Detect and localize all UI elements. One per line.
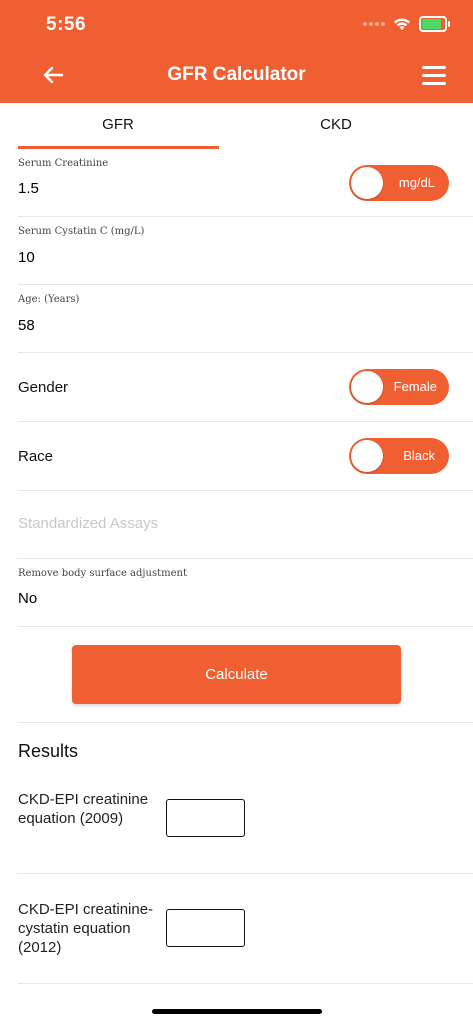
toggle-knob <box>351 440 383 472</box>
page-title: GFR Calculator <box>167 64 306 85</box>
cellular-signal-icon <box>363 22 385 26</box>
standardized-assays-placeholder: Standardized Assays <box>18 515 159 532</box>
tab-bar: GFR CKD <box>0 103 473 149</box>
race-row: Race Black <box>18 421 473 491</box>
creatinine-unit-label: mg/dL <box>398 175 435 190</box>
results-divider <box>18 722 473 723</box>
age-input[interactable]: 58 <box>18 317 35 334</box>
calculate-button[interactable]: Calculate <box>72 645 401 704</box>
gender-value: Female <box>393 379 437 394</box>
standardized-assays-row[interactable]: Standardized Assays <box>18 490 473 559</box>
serum-cystatin-row: Serum Cystatin C (mg/L) 10 <box>18 216 473 285</box>
toggle-knob <box>351 167 383 199</box>
serum-cystatin-label: Serum Cystatin C (mg/L) <box>18 226 145 237</box>
serum-creatinine-row: Serum Creatinine 1.5 mg/dL <box>18 149 473 217</box>
result-label-ckd-epi-2009: CKD-EPI creatinine equation (2009) <box>18 791 149 827</box>
result-label-ckd-epi-2012: CKD-EPI creatinine-cystatin equation (20… <box>18 901 154 956</box>
hamburger-menu-icon[interactable] <box>422 66 446 86</box>
creatinine-unit-toggle[interactable]: mg/dL <box>349 165 449 201</box>
gender-toggle[interactable]: Female <box>349 369 449 405</box>
age-row: Age: (Years) 58 <box>18 284 473 353</box>
age-label: Age: (Years) <box>18 294 80 305</box>
remove-bsa-row[interactable]: Remove body surface adjustment No <box>18 558 473 627</box>
tab-ckd[interactable]: CKD <box>218 103 454 149</box>
results-title: Results <box>18 741 79 761</box>
status-time: 5:56 <box>46 14 87 35</box>
status-icons <box>363 16 450 32</box>
home-indicator <box>152 1009 322 1014</box>
remove-bsa-value[interactable]: No <box>18 590 37 607</box>
result-divider <box>18 873 473 874</box>
tab-gfr[interactable]: GFR <box>0 103 236 149</box>
race-value: Black <box>403 448 435 463</box>
gender-label: Gender <box>18 379 69 396</box>
race-toggle[interactable]: Black <box>349 438 449 474</box>
wifi-icon <box>394 18 410 30</box>
result-value-ckd-epi-2009 <box>166 799 245 837</box>
result-divider-bottom <box>18 983 473 984</box>
battery-icon <box>419 16 450 32</box>
race-label: Race <box>18 448 54 465</box>
serum-creatinine-input[interactable]: 1.5 <box>18 180 39 197</box>
result-value-ckd-epi-2012 <box>166 909 245 947</box>
gender-row: Gender Female <box>18 352 473 422</box>
serum-creatinine-label: Serum Creatinine <box>18 158 109 169</box>
serum-cystatin-input[interactable]: 10 <box>18 249 35 266</box>
remove-bsa-label: Remove body surface adjustment <box>18 568 187 579</box>
app-header: 5:56 GFR Calculator <box>0 0 473 103</box>
toggle-knob <box>351 371 383 403</box>
